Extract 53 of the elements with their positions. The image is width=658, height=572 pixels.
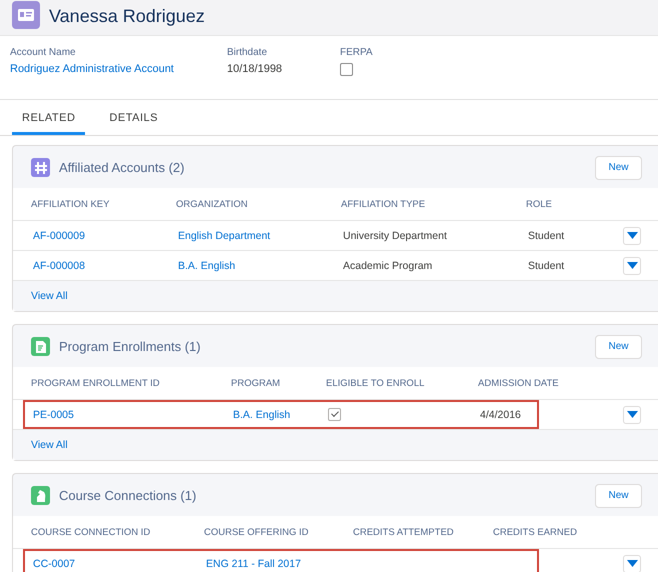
new-button[interactable]: New bbox=[595, 334, 642, 358]
view-all-link[interactable]: View All bbox=[31, 290, 68, 302]
tab[interactable]: RELATED bbox=[12, 112, 86, 135]
ferpa-checkbox[interactable] bbox=[340, 63, 353, 76]
hash-icon bbox=[31, 158, 50, 177]
caret-down-icon bbox=[626, 262, 638, 269]
chess-knight-icon bbox=[31, 486, 50, 505]
record-title: Vanessa Rodriguez bbox=[49, 5, 205, 27]
column-header: ORGANIZATION bbox=[176, 198, 249, 210]
row-menu-button[interactable] bbox=[623, 406, 641, 424]
column-header: ADMISSION DATE bbox=[478, 378, 560, 388]
table-link[interactable]: PE-0005 bbox=[33, 408, 233, 420]
column-header: AFFILIATION TYPE bbox=[341, 198, 426, 210]
card-title: Course Connections (1) bbox=[59, 488, 198, 503]
row-menu-button[interactable] bbox=[623, 554, 641, 572]
table-link[interactable]: English Department bbox=[178, 230, 343, 242]
caret-down-icon bbox=[626, 560, 638, 567]
table-cell-text: University Department bbox=[343, 230, 448, 242]
table-link[interactable]: AF-000008 bbox=[33, 260, 178, 272]
column-header: PROGRAM bbox=[231, 378, 282, 388]
column-header: ELIGIBLE TO ENROLL bbox=[326, 378, 426, 388]
table-cell-text: 4/4/2016 bbox=[480, 408, 522, 420]
table-link[interactable]: ENG 211 - Fall 2017 bbox=[206, 558, 355, 570]
field-value: 10/18/1998 bbox=[227, 63, 284, 75]
table-link[interactable]: B.A. English bbox=[178, 260, 343, 272]
row-menu-button[interactable] bbox=[623, 256, 641, 274]
column-header: ROLE bbox=[526, 198, 553, 210]
tab[interactable]: DETAILS bbox=[99, 112, 168, 135]
card-title: Program Enrollments (1) bbox=[59, 339, 202, 354]
table-link[interactable]: B.A. English bbox=[233, 408, 328, 420]
column-header: COURSE CONNECTION ID bbox=[31, 526, 152, 538]
field-label: Account Name bbox=[10, 47, 77, 58]
column-header: AFFILIATION KEY bbox=[31, 198, 110, 210]
caret-down-icon bbox=[626, 411, 638, 418]
table-cell-text: Student bbox=[528, 260, 566, 272]
table-link[interactable]: CC-0007 bbox=[33, 558, 206, 570]
column-header: PROGRAM ENROLLMENT ID bbox=[31, 378, 161, 388]
column-header: COURSE OFFERING ID bbox=[204, 526, 310, 538]
caret-down-icon bbox=[626, 232, 638, 239]
view-all-link[interactable]: View All bbox=[31, 439, 68, 451]
row-menu-button[interactable] bbox=[623, 226, 641, 244]
document-icon bbox=[31, 337, 50, 356]
table-link[interactable]: AF-000009 bbox=[33, 230, 178, 242]
account-link[interactable]: Rodriguez Administrative Account bbox=[10, 63, 227, 75]
new-button[interactable]: New bbox=[595, 156, 642, 180]
table-cell-text: Academic Program bbox=[343, 260, 434, 272]
field-label: FERPA bbox=[340, 47, 373, 58]
table-cell-text: Student bbox=[528, 230, 566, 242]
new-button[interactable]: New bbox=[595, 484, 642, 508]
column-header: CREDITS EARNED bbox=[493, 526, 578, 538]
field-label: Birthdate bbox=[227, 47, 268, 58]
card-title: Affiliated Accounts (2) bbox=[59, 160, 186, 175]
column-header: CREDITS ATTEMPTED bbox=[353, 526, 455, 538]
